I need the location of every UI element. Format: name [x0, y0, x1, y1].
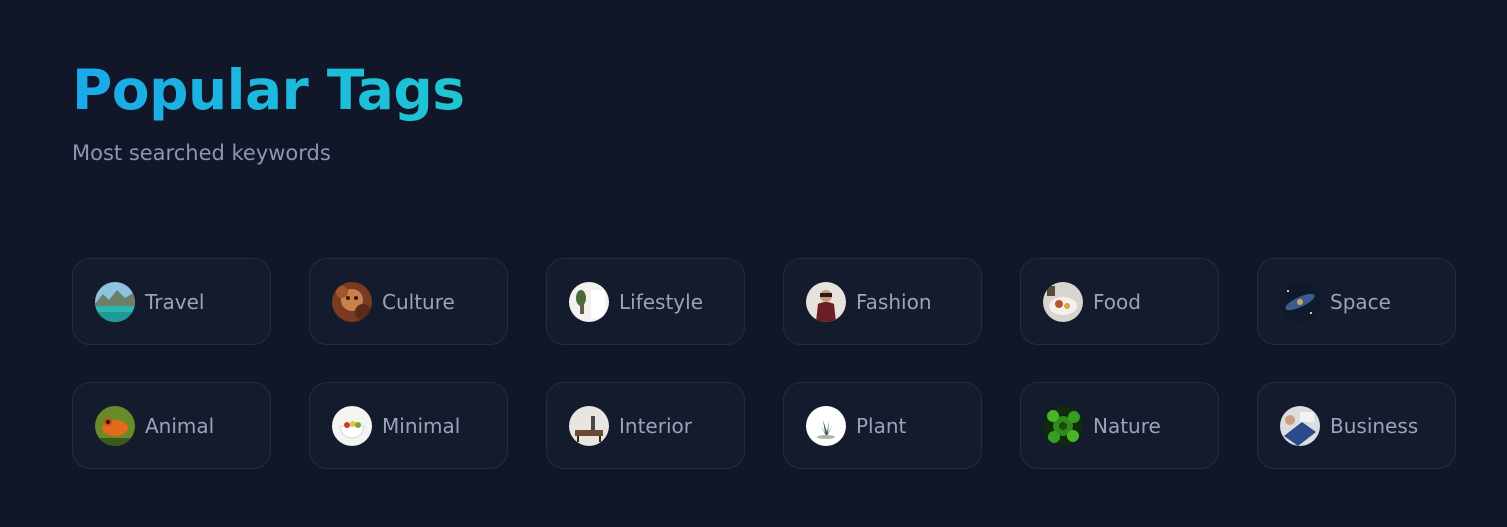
tags-grid: Travel Culture Lifestyle Fashion Food Sp…: [72, 258, 1456, 469]
space-galaxy-thumbnail: [1280, 281, 1320, 322]
business-desk-thumbnail: [1280, 405, 1320, 446]
tag-fashion[interactable]: Fashion: [783, 258, 982, 345]
tag-minimal[interactable]: Minimal: [309, 382, 508, 469]
tag-label: Culture: [382, 289, 455, 314]
tag-space[interactable]: Space: [1257, 258, 1456, 345]
nature-leaves-thumbnail: [1043, 405, 1083, 446]
tag-label: Fashion: [856, 289, 932, 314]
culture-portrait-thumbnail: [332, 281, 372, 322]
plant-succulent-thumbnail: [806, 405, 846, 446]
minimal-bowl-thumbnail: [332, 405, 372, 446]
tag-travel[interactable]: Travel: [72, 258, 271, 345]
popular-tags-section: Popular Tags Most searched keywords Trav…: [72, 0, 1456, 527]
page-title: Popular Tags: [72, 58, 465, 122]
tag-label: Nature: [1093, 413, 1161, 438]
tag-plant[interactable]: Plant: [783, 382, 982, 469]
tag-label: Plant: [856, 413, 907, 438]
tag-food[interactable]: Food: [1020, 258, 1219, 345]
lifestyle-plant-thumbnail: [569, 281, 609, 322]
interior-room-thumbnail: [569, 405, 609, 446]
tag-label: Business: [1330, 413, 1419, 438]
animal-frog-thumbnail: [95, 405, 135, 446]
tag-interior[interactable]: Interior: [546, 382, 745, 469]
fashion-person-thumbnail: [806, 281, 846, 322]
travel-lake-thumbnail: [95, 281, 135, 322]
page-subtitle: Most searched keywords: [72, 141, 331, 165]
tag-business[interactable]: Business: [1257, 382, 1456, 469]
tag-animal[interactable]: Animal: [72, 382, 271, 469]
tag-label: Interior: [619, 413, 692, 438]
tag-label: Space: [1330, 289, 1391, 314]
tag-label: Travel: [145, 289, 205, 314]
tag-label: Minimal: [382, 413, 461, 438]
tag-lifestyle[interactable]: Lifestyle: [546, 258, 745, 345]
food-plate-thumbnail: [1043, 281, 1083, 322]
tag-label: Animal: [145, 413, 215, 438]
tag-culture[interactable]: Culture: [309, 258, 508, 345]
tag-label: Food: [1093, 289, 1141, 314]
tag-label: Lifestyle: [619, 289, 704, 314]
tag-nature[interactable]: Nature: [1020, 382, 1219, 469]
